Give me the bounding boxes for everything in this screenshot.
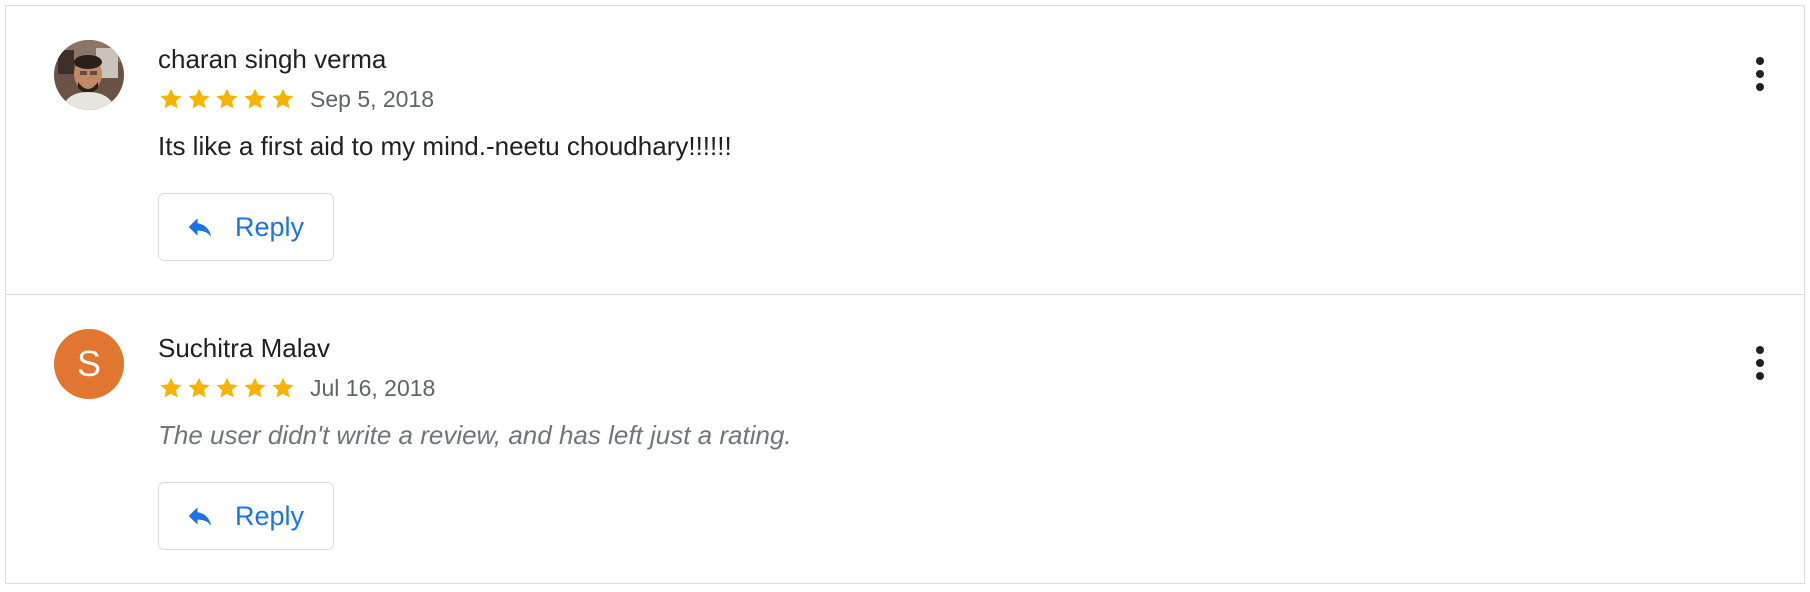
author-name: Suchitra Malav [158, 333, 330, 363]
author-name: charan singh verma [158, 44, 387, 74]
star-icon [188, 88, 210, 109]
star-icon [216, 88, 238, 109]
reply-label: Reply [235, 500, 305, 531]
star-rating [158, 86, 296, 112]
rating-row: Sep 5, 2018 [158, 84, 434, 114]
review-date: Sep 5, 2018 [310, 85, 435, 112]
user-photo-icon [54, 40, 124, 110]
more-vert-icon [1756, 57, 1764, 91]
star-icon [160, 88, 182, 109]
reply-button[interactable]: Reply [158, 193, 334, 261]
star-icon [188, 377, 210, 398]
reply-arrow-icon [185, 212, 215, 242]
star-icon [244, 377, 266, 398]
star-icon [244, 88, 266, 109]
more-options-button[interactable] [1742, 52, 1778, 96]
more-vert-icon [1756, 346, 1764, 380]
review-card: charan singh verma Sep 5, 2018 Its like … [6, 6, 1804, 295]
star-icon [272, 377, 294, 398]
review-text: Its like a first aid to my mind.-neetu c… [158, 131, 732, 161]
avatar: S [54, 329, 124, 399]
review-list: charan singh verma Sep 5, 2018 Its like … [5, 5, 1805, 584]
star-rating [158, 375, 296, 401]
rating-row: Jul 16, 2018 [158, 373, 435, 403]
star-icon [160, 377, 182, 398]
reply-arrow-icon [185, 501, 215, 531]
review-card: S Suchitra Malav Jul 16, 2018 The user d… [6, 295, 1804, 584]
star-icon [216, 377, 238, 398]
review-date: Jul 16, 2018 [310, 374, 436, 401]
reply-button[interactable]: Reply [158, 482, 334, 550]
reply-label: Reply [235, 211, 305, 242]
star-icon [272, 88, 294, 109]
review-text: The user didn't write a review, and has … [158, 420, 792, 450]
more-options-button[interactable] [1742, 341, 1778, 385]
avatar [54, 40, 124, 110]
